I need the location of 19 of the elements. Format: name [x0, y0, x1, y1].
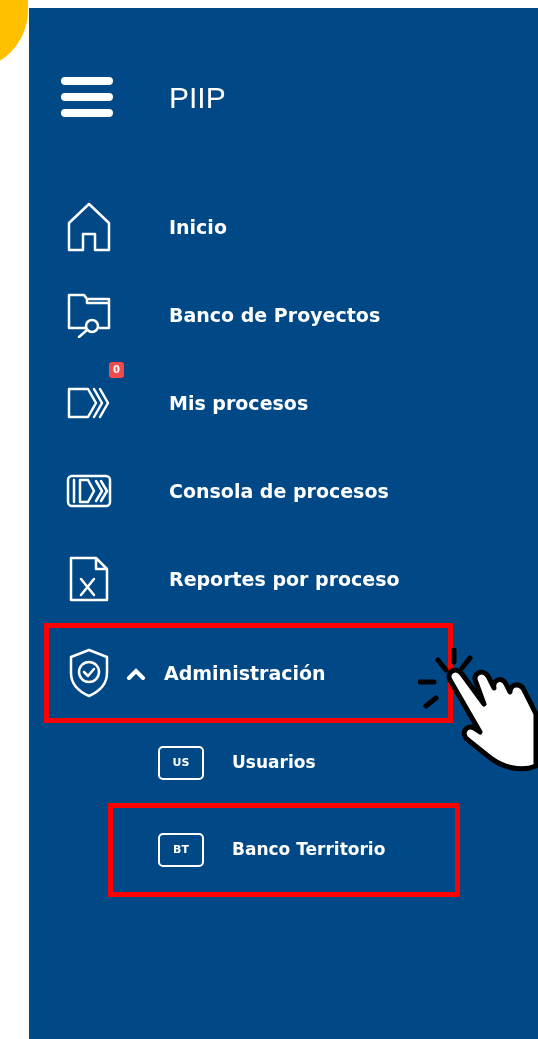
- abbreviation-tag: US: [158, 746, 204, 780]
- count-badge: 0: [109, 362, 124, 378]
- menu-item[interactable]: Inicio: [29, 183, 538, 271]
- abbreviation-tag: BT: [158, 833, 204, 867]
- shield-check-icon: [67, 647, 111, 699]
- menu-item[interactable]: 0 Mis procesos: [29, 359, 538, 447]
- menu-icon[interactable]: [60, 76, 114, 118]
- menu-item[interactable]: Banco de Proyectos: [29, 271, 538, 359]
- submenu-item[interactable]: BT Banco Territorio: [108, 803, 460, 897]
- submenu-item[interactable]: US Usuarios: [108, 723, 460, 803]
- folder-search-icon: [66, 292, 112, 338]
- app-title: PIIP: [169, 79, 226, 116]
- home-icon: [66, 201, 112, 253]
- chevrons-icon: [66, 386, 112, 420]
- console-icon: [66, 474, 112, 508]
- menu-item[interactable]: Reportes por proceso: [29, 535, 538, 623]
- spreadsheet-file-icon: [68, 555, 110, 603]
- menu-item[interactable]: Consola de procesos: [29, 447, 538, 535]
- menu-item[interactable]: Administración: [44, 623, 453, 723]
